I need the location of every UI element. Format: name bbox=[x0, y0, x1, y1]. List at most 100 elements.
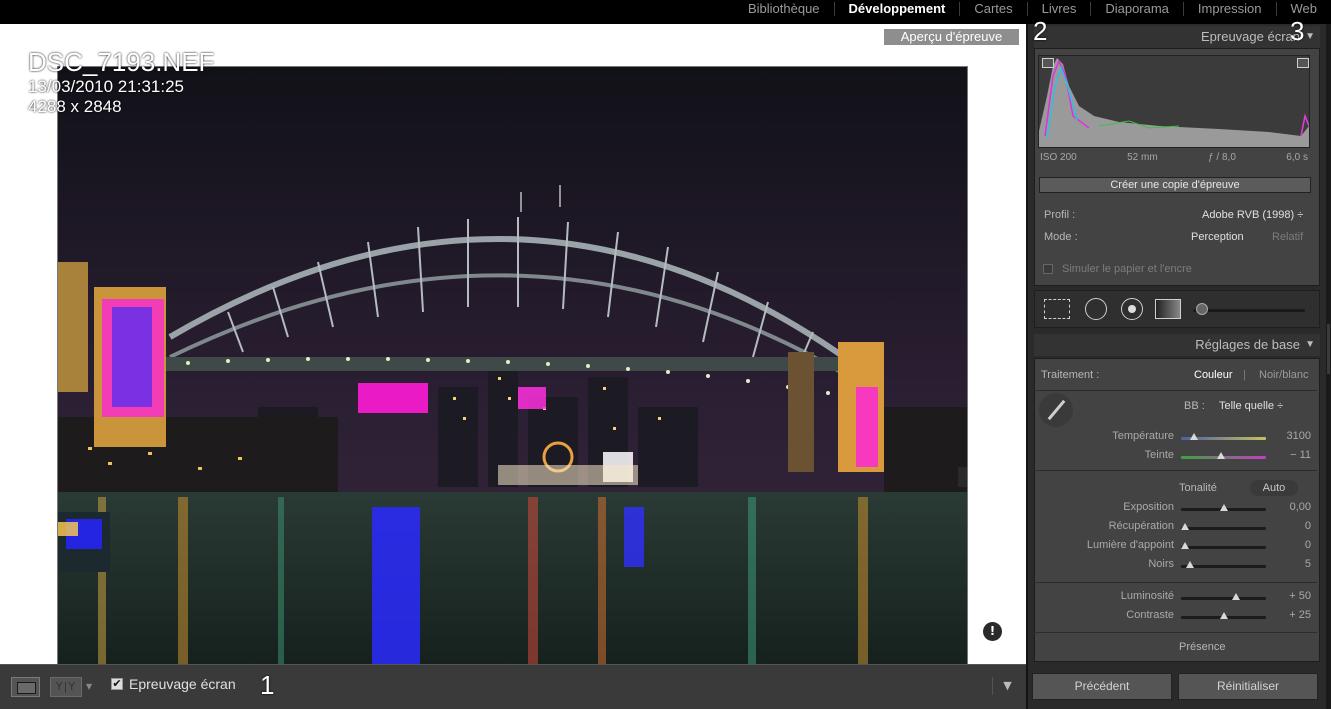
proof-preview-badge: Aperçu d'épreuve bbox=[884, 29, 1019, 45]
module-library[interactable]: Bibliothèque bbox=[734, 2, 834, 16]
module-web[interactable]: Web bbox=[1275, 2, 1331, 16]
slider-value[interactable]: + 25 bbox=[1289, 609, 1311, 621]
loupe-view-button[interactable] bbox=[11, 677, 40, 697]
slider-value[interactable]: 0 bbox=[1305, 520, 1311, 532]
spot-removal-tool-icon[interactable] bbox=[1085, 298, 1107, 320]
red-eye-tool-icon[interactable] bbox=[1121, 298, 1143, 320]
slider-knob[interactable] bbox=[1181, 542, 1190, 549]
module-map[interactable]: Cartes bbox=[959, 2, 1026, 16]
slider-value[interactable]: 0 bbox=[1305, 539, 1311, 551]
slider-label: Teinte bbox=[1144, 449, 1174, 461]
auto-tone-button[interactable]: Auto bbox=[1250, 480, 1298, 496]
proof-panel-header[interactable]: Epreuvage écran ▼ bbox=[1034, 26, 1320, 48]
callout-2: 2 bbox=[1033, 16, 1048, 46]
white-balance-eyedropper-icon[interactable] bbox=[1039, 393, 1073, 427]
soft-proofing-label[interactable]: Epreuvage écran bbox=[129, 676, 236, 692]
toolbar-menu-chevron-icon[interactable]: ▼ bbox=[992, 677, 1022, 695]
divider bbox=[1033, 390, 1317, 391]
graduated-filter-tool-icon[interactable] bbox=[1155, 299, 1181, 319]
histogram[interactable] bbox=[1038, 55, 1310, 148]
module-develop[interactable]: Développement bbox=[833, 2, 960, 16]
reset-button[interactable]: Réinitialiser bbox=[1178, 673, 1318, 700]
slider-knob[interactable] bbox=[1181, 523, 1190, 530]
slider-label: Contraste bbox=[1126, 609, 1174, 621]
slider-track[interactable] bbox=[1181, 565, 1266, 568]
shadow-clipping-icon[interactable] bbox=[1042, 58, 1054, 68]
slider-label: Luminosité bbox=[1120, 590, 1174, 602]
slider-label: Lumière d'appoint bbox=[1086, 539, 1174, 551]
divider bbox=[1033, 632, 1317, 633]
destination-gamut-warning-icon[interactable]: ! bbox=[983, 622, 1002, 641]
treatment-bw-option[interactable]: Noir/blanc bbox=[1259, 369, 1309, 381]
slider-label: Température bbox=[1112, 430, 1174, 442]
module-print[interactable]: Impression bbox=[1182, 2, 1276, 16]
wb-label: BB : bbox=[1184, 400, 1205, 412]
dimensions-text: 4288 x 2848 bbox=[28, 97, 122, 116]
mode-label: Mode : bbox=[1044, 231, 1078, 243]
proof-panel-title: Epreuvage écran bbox=[1200, 29, 1300, 44]
panel-scrollbar[interactable] bbox=[1326, 24, 1331, 709]
module-book[interactable]: Livres bbox=[1026, 2, 1091, 16]
treatment-color-option[interactable]: Couleur bbox=[1194, 369, 1233, 381]
divider bbox=[1033, 470, 1317, 471]
photo-harbour-bridge bbox=[58, 67, 967, 669]
callout-1: 1 bbox=[260, 670, 275, 700]
slider-value[interactable]: 5 bbox=[1305, 558, 1311, 570]
slider-knob[interactable] bbox=[1185, 561, 1194, 568]
image-info-overlay: DSC_7193.NEF 13/03/2010 21:31:25 4288 x … bbox=[28, 47, 214, 117]
shutter-text: 6,0 s bbox=[1286, 152, 1308, 163]
image-view[interactable] bbox=[0, 24, 1026, 670]
slider-track[interactable] bbox=[1181, 527, 1266, 530]
divider bbox=[1033, 582, 1317, 583]
basic-panel-title: Réglages de base bbox=[1195, 337, 1300, 352]
collapse-triangle-icon[interactable]: ▼ bbox=[1305, 334, 1315, 356]
before-after-caret-icon[interactable]: ▼ bbox=[86, 682, 92, 691]
lightroom-develop-window: Bibliothèque Développement Cartes Livres… bbox=[0, 0, 1331, 709]
histogram-metadata: ISO 200 52 mm ƒ / 8,0 6,0 s bbox=[1040, 152, 1308, 163]
highlight-clipping-icon[interactable] bbox=[1297, 58, 1309, 68]
slider-value[interactable]: − 11 bbox=[1290, 449, 1311, 461]
slider-value[interactable]: 3100 bbox=[1287, 430, 1311, 442]
slider-value[interactable]: 0,00 bbox=[1290, 501, 1311, 513]
photo-canvas[interactable] bbox=[57, 66, 968, 670]
collapse-triangle-icon[interactable]: ▼ bbox=[1305, 26, 1315, 48]
wb-select[interactable]: Telle quelle ÷ bbox=[1219, 400, 1283, 412]
slider-track[interactable] bbox=[1181, 546, 1266, 549]
simulate-paper-ink-checkbox[interactable] bbox=[1043, 264, 1053, 274]
create-proof-copy-button[interactable]: Créer une copie d'épreuve bbox=[1039, 177, 1311, 193]
slider-knob[interactable] bbox=[1189, 433, 1198, 440]
slider-value[interactable]: + 50 bbox=[1289, 590, 1311, 602]
presence-label: Présence bbox=[1179, 641, 1226, 653]
before-after-button[interactable]: Y|Y bbox=[50, 677, 82, 697]
slider-label: Récupération bbox=[1108, 520, 1174, 532]
mode-relative-option[interactable]: Relatif bbox=[1272, 231, 1303, 243]
previous-button[interactable]: Précédent bbox=[1032, 673, 1172, 700]
slider-knob[interactable] bbox=[1219, 504, 1228, 511]
module-bar: Bibliothèque Développement Cartes Livres… bbox=[0, 0, 1331, 22]
tone-label: Tonalité bbox=[1179, 482, 1217, 494]
aperture-text: ƒ / 8,0 bbox=[1208, 152, 1236, 163]
slider-label: Exposition bbox=[1123, 501, 1174, 513]
simulate-paper-ink-label[interactable]: Simuler le papier et l'encre bbox=[1062, 263, 1192, 275]
profile-label: Profil : bbox=[1044, 209, 1076, 221]
treatment-label: Traitement : bbox=[1041, 369, 1100, 381]
soft-proofing-checkbox[interactable]: ✔ bbox=[111, 678, 123, 690]
mode-perceptual-option[interactable]: Perception bbox=[1191, 231, 1244, 243]
profile-select[interactable]: Adobe RVB (1998) ÷ bbox=[1202, 209, 1303, 221]
crop-tool-icon[interactable] bbox=[1044, 299, 1070, 319]
iso-text: ISO 200 bbox=[1040, 152, 1077, 163]
slider-track[interactable] bbox=[1181, 597, 1266, 600]
capture-date-text: 13/03/2010 21:31:25 bbox=[28, 77, 184, 96]
slider-knob[interactable] bbox=[1232, 593, 1241, 600]
slider-label: Noirs bbox=[1148, 558, 1174, 570]
focal-length-text: 52 mm bbox=[1127, 152, 1158, 163]
slider-knob[interactable] bbox=[1219, 612, 1228, 619]
filename-text: DSC_7193.NEF bbox=[28, 47, 215, 77]
callout-3: 3 bbox=[1290, 16, 1305, 46]
adjustment-brush-icon[interactable] bbox=[1196, 303, 1208, 315]
treatment-separator: | bbox=[1243, 369, 1246, 381]
adjustment-brush-track[interactable] bbox=[1193, 309, 1305, 312]
basic-panel-header[interactable]: Réglages de base ▼ bbox=[1034, 334, 1320, 356]
module-slideshow[interactable]: Diaporama bbox=[1090, 2, 1183, 16]
slider-knob[interactable] bbox=[1216, 452, 1225, 459]
